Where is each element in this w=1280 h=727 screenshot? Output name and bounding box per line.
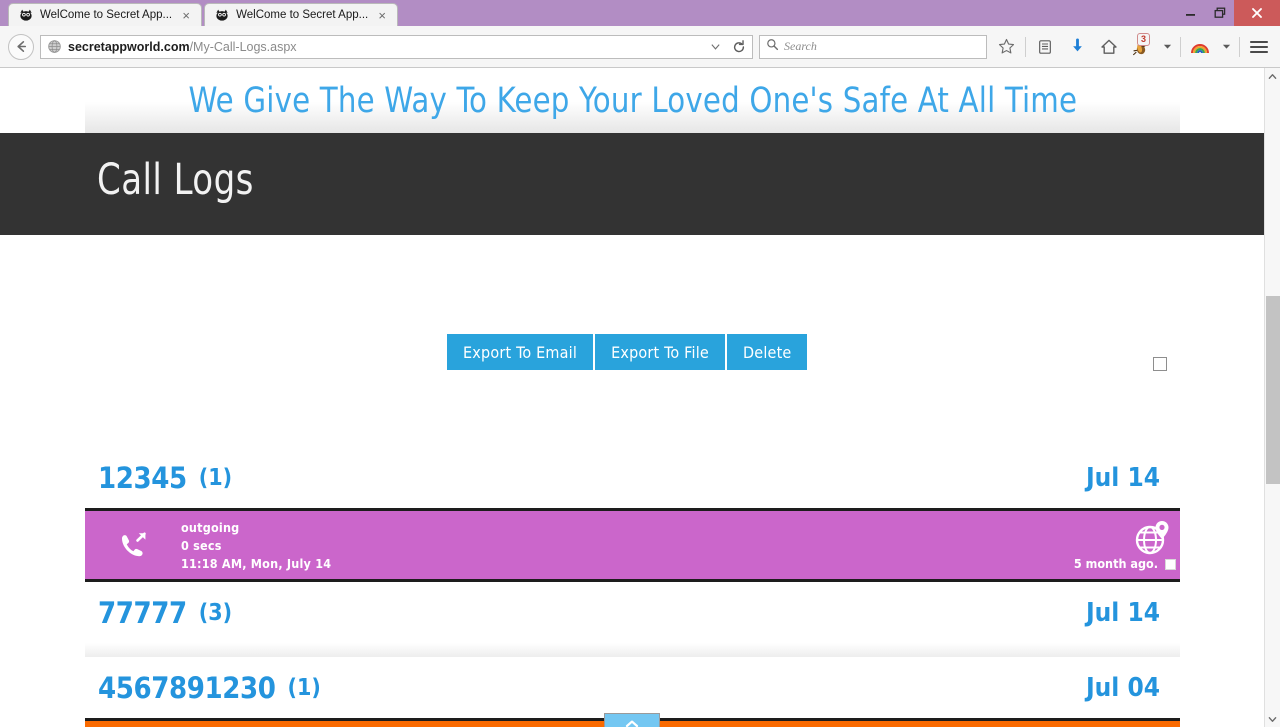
minimize-button[interactable] [1176, 0, 1205, 26]
scrollbar-thumb[interactable] [1266, 296, 1280, 484]
page-content: Export To Email Export To File Delete 12… [0, 235, 1264, 727]
url-domain: secretappworld.com [68, 39, 190, 54]
call-log-row-checkbox[interactable] [1165, 559, 1176, 570]
url-dropdown-icon[interactable] [706, 41, 724, 52]
banner-tagline: We Give The Way To Keep Your Loved One's… [188, 80, 1077, 121]
globe-site-icon [47, 39, 62, 54]
call-log-number: 4567891230 [98, 670, 276, 705]
call-log-detail-meta: 5 month ago. [1070, 721, 1180, 727]
search-bar[interactable]: Search [759, 34, 987, 59]
owl-icon [19, 8, 33, 22]
call-log-count: (1) [287, 674, 321, 701]
url-path: /My-Call-Logs.aspx [189, 39, 297, 54]
select-all-checkbox[interactable] [1153, 357, 1167, 371]
page-title: Call Logs [97, 155, 254, 205]
rainbow-caret-icon[interactable] [1219, 33, 1233, 61]
page-scrollbar[interactable] [1264, 68, 1280, 727]
call-log-list: 12345 (1) Jul 14 outgoing 0 secs 11:18 A… [85, 447, 1180, 727]
back-button[interactable] [8, 33, 34, 60]
owl-icon [215, 8, 229, 22]
call-timestamp: 11:18 AM, Mon, July 14 [181, 555, 332, 571]
restore-button[interactable] [1205, 0, 1234, 26]
address-bar[interactable]: secretappworld.com/My-Call-Logs.aspx [40, 34, 753, 59]
call-log-header[interactable]: 4567891230 (1) Jul 04 [85, 657, 1180, 718]
list-separator [85, 643, 1180, 657]
browser-tab-1[interactable]: WelCome to Secret App... × [8, 3, 203, 26]
tab-title: WelCome to Secret App... [40, 9, 173, 21]
phone-outgoing-icon [85, 525, 181, 565]
toolbar-divider [1180, 36, 1181, 57]
browser-window: WelCome to Secret App... × WelCome to Se… [0, 0, 1280, 727]
call-log-count: (1) [198, 464, 233, 491]
reader-list-icon[interactable] [1032, 33, 1058, 61]
bookmark-star-icon[interactable] [993, 33, 1019, 61]
web-page: We Give The Way To Keep Your Loved One's… [0, 68, 1264, 727]
browser-titlebar: WelCome to Secret App... × WelCome to Se… [0, 0, 1280, 26]
call-log-number: 77777 [98, 595, 187, 630]
reload-icon[interactable] [730, 39, 748, 54]
tab-title: WelCome to Secret App... [236, 9, 369, 21]
action-toolbar: Export To Email Export To File Delete [0, 334, 1264, 394]
extension-bug-icon[interactable]: 3 [1128, 32, 1154, 61]
call-log-count: (3) [198, 599, 233, 626]
search-input[interactable]: Search [784, 39, 817, 54]
window-controls [1176, 0, 1280, 26]
browser-tab-2[interactable]: WelCome to Secret App... × [204, 3, 399, 26]
export-to-file-button[interactable]: Export To File [595, 334, 725, 370]
extension-caret-icon[interactable] [1160, 33, 1174, 61]
rainbow-icon[interactable] [1187, 33, 1213, 61]
tab-strip: WelCome to Secret App... × WelCome to Se… [0, 0, 399, 26]
extension-badge-count: 3 [1137, 32, 1151, 46]
call-log-date: Jul 04 [1085, 672, 1160, 703]
toolbar-divider [1025, 36, 1026, 57]
close-button[interactable] [1234, 0, 1280, 26]
search-icon [766, 38, 779, 56]
page-viewport: We Give The Way To Keep Your Loved One's… [0, 68, 1280, 727]
scroll-to-top-button[interactable] [604, 713, 660, 727]
delete-button[interactable]: Delete [726, 334, 808, 370]
call-log-header[interactable]: 12345 (1) Jul 14 [85, 447, 1180, 508]
export-to-email-button[interactable]: Export To Email [447, 334, 594, 370]
call-log-detail-info: outgoing 0 secs 11:18 AM, Mon, July 14 [181, 520, 331, 571]
call-type: outgoing [181, 519, 240, 535]
call-log-date: Jul 14 [1085, 462, 1160, 493]
url-text: secretappworld.com/My-Call-Logs.aspx [68, 40, 700, 54]
downloads-icon[interactable] [1064, 33, 1090, 61]
call-log-detail-meta: 5 month ago. [1070, 511, 1180, 579]
tab-close-icon[interactable]: × [375, 9, 389, 22]
toolbar-divider [1239, 36, 1240, 57]
export-button-group: Export To Email Export To File Delete [447, 334, 808, 370]
page-title-band: Call Logs [0, 133, 1264, 235]
browser-navbar: secretappworld.com/My-Call-Logs.aspx Sea… [0, 26, 1280, 68]
scrollbar-up-arrow[interactable] [1265, 68, 1280, 84]
call-log-number: 12345 [98, 460, 187, 495]
hamburger-menu-icon[interactable] [1246, 33, 1272, 61]
home-icon[interactable] [1096, 33, 1122, 61]
scrollbar-down-arrow[interactable] [1265, 711, 1280, 727]
site-banner: We Give The Way To Keep Your Loved One's… [85, 68, 1180, 133]
call-relative-time: 5 month ago. [1073, 556, 1158, 571]
call-duration: 0 secs [181, 537, 222, 553]
call-log-date: Jul 14 [1085, 597, 1160, 628]
call-log-header[interactable]: 77777 (3) Jul 14 [85, 582, 1180, 643]
call-log-detail-row[interactable]: outgoing 0 secs 11:18 AM, Mon, July 14 5… [85, 508, 1180, 582]
tab-close-icon[interactable]: × [179, 9, 193, 22]
